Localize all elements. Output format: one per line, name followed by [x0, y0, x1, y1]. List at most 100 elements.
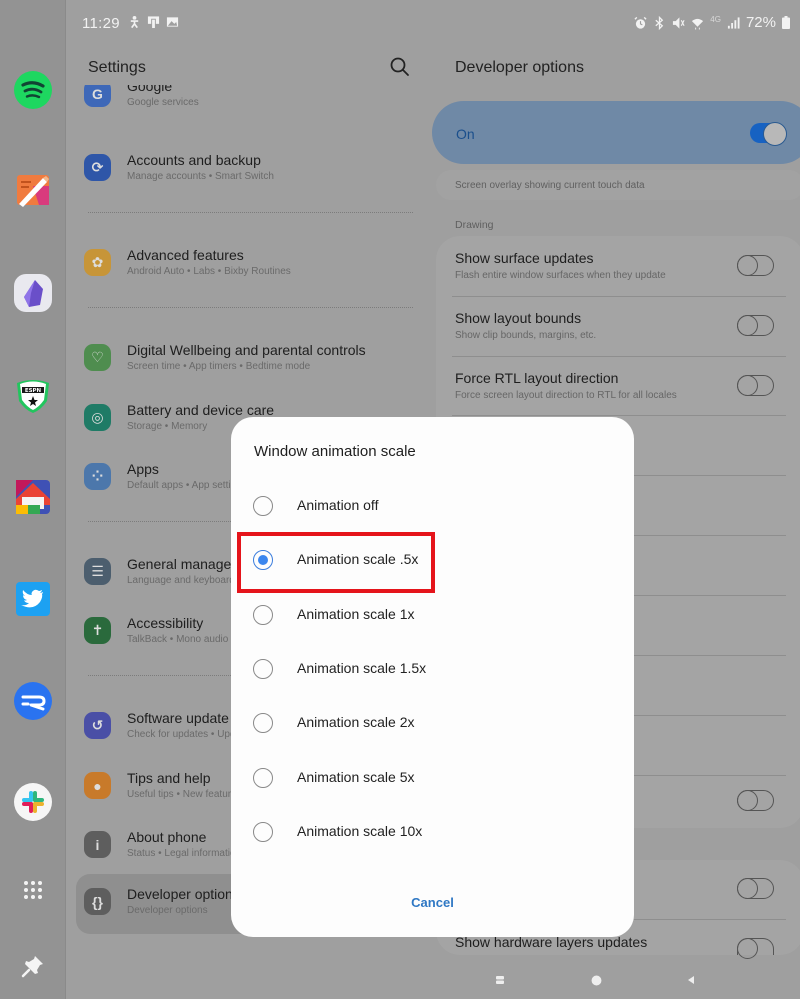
all-apps-button[interactable] — [13, 870, 53, 910]
option-animation-scale-1-5x[interactable]: Animation scale 1.5x — [231, 642, 634, 696]
search-icon — [390, 57, 409, 76]
settings-item-title: Software update — [127, 710, 229, 726]
battery-icon — [782, 16, 790, 29]
row-subtitle: Flash entire window surfaces when they u… — [455, 270, 666, 281]
row-title: Force RTL layout direction — [455, 370, 619, 386]
settings-item-subtitle: Storage • Memory — [127, 421, 208, 432]
toggle-show-layout-bounds[interactable] — [737, 315, 774, 336]
master-switch-label: On — [456, 126, 475, 142]
google-icon: G — [84, 85, 111, 107]
gear-plus-icon: ✿ — [84, 249, 111, 276]
pin-icon — [21, 956, 43, 978]
toggle-hidden-row[interactable] — [737, 790, 774, 811]
radio-button[interactable] — [253, 659, 273, 679]
settings-item-subtitle: Google services — [127, 97, 199, 108]
toggle-hidden-row-2[interactable] — [737, 878, 774, 899]
apps-icon: ⁘ — [84, 463, 111, 490]
settings-item-google[interactable]: G Google Google services — [76, 85, 416, 123]
info-icon: i — [84, 831, 111, 858]
taskbar-app-relay[interactable] — [13, 681, 53, 721]
developer-options-master-switch[interactable]: On — [432, 101, 800, 164]
divider — [88, 307, 413, 308]
radio-button[interactable] — [253, 496, 273, 516]
window-animation-scale-dialog: Window animation scale Animation off Ani… — [231, 417, 634, 937]
radio-button[interactable] — [253, 605, 273, 625]
master-toggle[interactable] — [750, 122, 787, 146]
settings-item-title: Accessibility — [127, 615, 204, 631]
taskbar-app-twitter[interactable] — [13, 579, 53, 619]
toggle-show-surface-updates[interactable] — [737, 255, 774, 276]
taskbar-app-notes[interactable] — [13, 170, 53, 210]
braces-icon: {} — [84, 888, 111, 915]
row-subtitle: Force screen layout direction to RTL for… — [455, 390, 677, 401]
settings-item-advanced-features[interactable]: ✿ Advanced features Android Auto • Labs … — [76, 240, 416, 292]
settings-item-subtitle: Developer options — [127, 905, 208, 916]
settings-item-title: Digital Wellbeing and parental controls — [127, 342, 366, 358]
settings-title: Settings — [88, 59, 146, 76]
section-drawing-label: Drawing — [455, 219, 494, 231]
slack-icon — [14, 783, 52, 821]
spotify-icon — [14, 71, 52, 109]
settings-item-title: Tips and help — [127, 770, 211, 786]
signal-icon — [727, 16, 740, 29]
taskbar-app-espn[interactable]: ESPN — [13, 375, 53, 415]
toggle-show-hardware-layers-updates[interactable] — [737, 938, 774, 959]
status-time: 11:29 — [82, 15, 120, 32]
option-animation-off[interactable]: Animation off — [231, 479, 634, 533]
wifi-icon — [692, 18, 704, 29]
notes-pencil-icon — [17, 175, 49, 207]
status-bar: 11:29 4G 72% — [66, 0, 800, 46]
row-subtitle: Show clip bounds, margins, etc. — [455, 330, 597, 341]
taskbar-app-spotify[interactable] — [13, 70, 53, 110]
recents-icon — [496, 976, 504, 984]
option-label: Animation off — [297, 497, 379, 513]
search-button[interactable] — [388, 55, 412, 79]
sync-icon: ⟳ — [84, 154, 111, 181]
row-show-surface-updates[interactable]: Show surface updates Flash entire window… — [455, 236, 785, 296]
option-label: Animation scale 5x — [297, 769, 415, 785]
option-animation-scale-1x[interactable]: Animation scale 1x — [231, 588, 634, 642]
partial-row-subtitle: Screen overlay showing current touch dat… — [455, 180, 645, 191]
wellbeing-icon: ♡ — [84, 344, 111, 371]
taskbar-app-home-launcher[interactable] — [13, 477, 53, 517]
home-button[interactable] — [586, 970, 606, 990]
gallery-notification-icon — [166, 17, 179, 27]
option-animation-scale-10x[interactable]: Animation scale 10x — [231, 805, 634, 859]
settings-item-subtitle: Screen time • App timers • Bedtime mode — [127, 361, 311, 372]
settings-item-digital-wellbeing[interactable]: ♡ Digital Wellbeing and parental control… — [76, 335, 416, 387]
row-show-layout-bounds[interactable]: Show layout bounds Show clip bounds, mar… — [455, 296, 785, 356]
settings-item-title: Google — [127, 85, 173, 94]
4g-icon: 4G — [710, 15, 721, 24]
divider — [88, 212, 413, 213]
back-button[interactable] — [681, 970, 701, 990]
radio-button[interactable] — [253, 768, 273, 788]
settings-item-subtitle: Android Auto • Labs • Bixby Routines — [127, 266, 291, 277]
settings-item-subtitle: Language and keyboard — [127, 575, 235, 586]
row-title: Show surface updates — [455, 250, 594, 266]
settings-item-subtitle: Default apps • App settings — [127, 480, 247, 491]
taskbar-app-obsidian[interactable] — [13, 273, 53, 313]
settings-item-title: About phone — [127, 829, 207, 845]
option-label: Animation scale 1.5x — [297, 660, 427, 676]
option-animation-scale-2x[interactable]: Animation scale 2x — [231, 696, 634, 750]
app-grid-icon — [24, 881, 42, 899]
settings-item-subtitle: TalkBack • Mono audio — [127, 634, 229, 645]
taskbar-app-slack[interactable] — [13, 782, 53, 822]
home-icon — [16, 480, 50, 514]
accessibility-notification-icon — [130, 15, 139, 29]
recents-button[interactable] — [490, 970, 510, 990]
cancel-button[interactable]: Cancel — [381, 887, 484, 917]
settings-item-title: Battery and device care — [127, 402, 275, 418]
settings-item-accounts-and-backup[interactable]: ⟳ Accounts and backup Manage accounts • … — [76, 145, 416, 197]
radio-button[interactable] — [253, 822, 273, 842]
radio-button[interactable] — [253, 713, 273, 733]
option-animation-scale-5x[interactable]: Animation scale 5x — [231, 751, 634, 805]
taskbar: ESPN — [0, 0, 66, 999]
settings-item-subtitle: Manage accounts • Smart Switch — [127, 171, 274, 182]
settings-item-subtitle: Useful tips • New features — [127, 789, 242, 800]
battery-level: 72% — [745, 14, 776, 31]
device-notification-icon — [147, 16, 160, 29]
row-force-rtl[interactable]: Force RTL layout direction Force screen … — [455, 356, 785, 416]
pin-taskbar-button[interactable] — [13, 946, 53, 986]
toggle-force-rtl[interactable] — [737, 375, 774, 396]
